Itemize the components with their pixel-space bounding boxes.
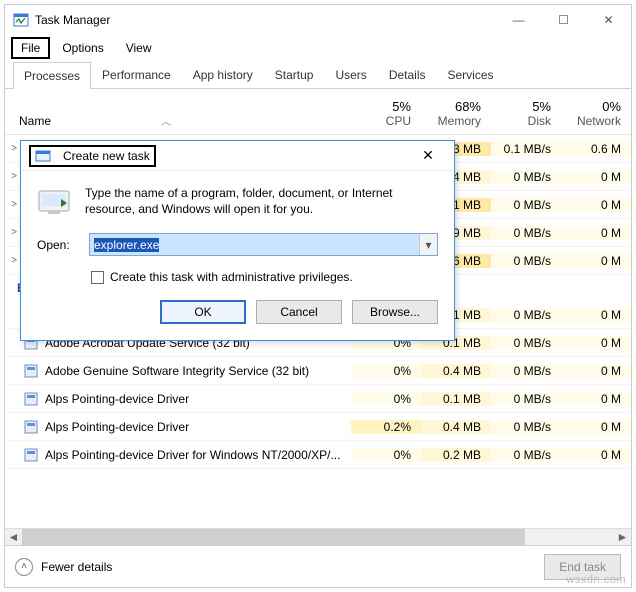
- disk-cell: 0 MB/s: [491, 420, 561, 434]
- ok-button[interactable]: OK: [160, 300, 246, 324]
- tab-startup[interactable]: Startup: [264, 61, 325, 88]
- menu-file[interactable]: File: [11, 37, 50, 59]
- chevron-down-icon[interactable]: ▾: [419, 234, 437, 255]
- sort-indicator-icon: ︿: [161, 113, 171, 128]
- cpu-cell: 0.2%: [351, 420, 421, 434]
- scroll-track[interactable]: [22, 529, 614, 546]
- cpu-cell: 0%: [351, 392, 421, 406]
- admin-checkbox[interactable]: Create this task with administrative pri…: [91, 270, 438, 284]
- network-cell: 0 M: [561, 420, 631, 434]
- network-cell: 0 M: [561, 170, 631, 184]
- column-network[interactable]: 0%Network: [561, 99, 631, 128]
- table-row[interactable]: Adobe Genuine Software Integrity Service…: [5, 357, 631, 385]
- window-title: Task Manager: [35, 13, 110, 27]
- cpu-cell: 0%: [351, 364, 421, 378]
- process-name: Alps Pointing-device Driver: [45, 420, 351, 434]
- scroll-thumb[interactable]: [22, 529, 525, 546]
- run-program-icon: [37, 185, 71, 219]
- network-cell: 0.6 M: [561, 142, 631, 156]
- table-row[interactable]: Alps Pointing-device Driver for Windows …: [5, 441, 631, 469]
- tabstrip: Processes Performance App history Startu…: [5, 61, 631, 89]
- process-name: Adobe Genuine Software Integrity Service…: [45, 364, 351, 378]
- menu-view[interactable]: View: [116, 37, 162, 59]
- open-input[interactable]: [90, 234, 419, 255]
- disk-cell: 0 MB/s: [491, 198, 561, 212]
- tab-performance[interactable]: Performance: [91, 61, 182, 88]
- process-icon: [23, 419, 39, 435]
- column-name[interactable]: Name ︿: [5, 113, 351, 128]
- scroll-right-icon[interactable]: ►: [614, 529, 631, 546]
- network-cell: 0 M: [561, 364, 631, 378]
- tab-services[interactable]: Services: [437, 61, 505, 88]
- table-row[interactable]: Alps Pointing-device Driver0%0.1 MB0 MB/…: [5, 385, 631, 413]
- tab-details[interactable]: Details: [378, 61, 437, 88]
- dialog-close-button[interactable]: ✕: [408, 142, 448, 170]
- open-label: Open:: [37, 238, 77, 252]
- watermark: wsxdn.com: [566, 574, 626, 586]
- network-cell: 0 M: [561, 392, 631, 406]
- dialog-title: Create new task: [63, 149, 150, 163]
- column-disk[interactable]: 5%Disk: [491, 99, 561, 128]
- disk-cell: 0 MB/s: [491, 336, 561, 350]
- close-button[interactable]: ✕: [586, 5, 631, 35]
- memory-cell: 0.1 MB: [421, 392, 491, 406]
- browse-button[interactable]: Browse...: [352, 300, 438, 324]
- process-icon: [23, 391, 39, 407]
- disk-cell: 0 MB/s: [491, 254, 561, 268]
- process-name: Alps Pointing-device Driver: [45, 392, 351, 406]
- task-manager-icon: [13, 12, 29, 28]
- titlebar[interactable]: Task Manager — ☐ ✕: [5, 5, 631, 35]
- dialog-instruction: Type the name of a program, folder, docu…: [85, 185, 438, 217]
- chevron-up-icon: ˄: [15, 558, 33, 576]
- column-headers: Name ︿ 5%CPU 68%Memory 5%Disk 0%Network: [5, 89, 631, 135]
- network-cell: 0 M: [561, 226, 631, 240]
- network-cell: 0 M: [561, 448, 631, 462]
- network-cell: 0 M: [561, 336, 631, 350]
- cpu-cell: 0%: [351, 448, 421, 462]
- disk-cell: 0 MB/s: [491, 392, 561, 406]
- horizontal-scrollbar[interactable]: ◄ ►: [5, 528, 631, 545]
- maximize-button[interactable]: ☐: [541, 5, 586, 35]
- column-memory[interactable]: 68%Memory: [421, 99, 491, 128]
- footer: ˄ Fewer details End task: [5, 545, 631, 587]
- cancel-button[interactable]: Cancel: [256, 300, 342, 324]
- minimize-button[interactable]: —: [496, 5, 541, 35]
- tab-users[interactable]: Users: [324, 61, 377, 88]
- process-icon: [23, 363, 39, 379]
- menubar: File Options View: [5, 35, 631, 61]
- table-row[interactable]: Alps Pointing-device Driver0.2%0.4 MB0 M…: [5, 413, 631, 441]
- tab-processes[interactable]: Processes: [13, 62, 91, 89]
- disk-cell: 0.1 MB/s: [491, 142, 561, 156]
- disk-cell: 0 MB/s: [491, 448, 561, 462]
- dialog-titlebar[interactable]: Create new task ✕: [21, 141, 454, 171]
- admin-checkbox-label: Create this task with administrative pri…: [110, 270, 353, 284]
- disk-cell: 0 MB/s: [491, 364, 561, 378]
- process-icon: [23, 447, 39, 463]
- disk-cell: 0 MB/s: [491, 170, 561, 184]
- run-dialog-icon: [35, 148, 51, 164]
- network-cell: 0 M: [561, 198, 631, 212]
- tab-app-history[interactable]: App history: [182, 61, 264, 88]
- network-cell: 0 M: [561, 308, 631, 322]
- memory-cell: 0.4 MB: [421, 364, 491, 378]
- network-cell: 0 M: [561, 254, 631, 268]
- scroll-left-icon[interactable]: ◄: [5, 529, 22, 546]
- memory-cell: 0.4 MB: [421, 420, 491, 434]
- disk-cell: 0 MB/s: [491, 226, 561, 240]
- memory-cell: 0.2 MB: [421, 448, 491, 462]
- disk-cell: 0 MB/s: [491, 308, 561, 322]
- column-cpu[interactable]: 5%CPU: [351, 99, 421, 128]
- create-new-task-dialog: Create new task ✕ Type the name of a pro…: [20, 140, 455, 341]
- process-name: Alps Pointing-device Driver for Windows …: [45, 448, 351, 462]
- fewer-details-toggle[interactable]: ˄ Fewer details: [15, 558, 112, 576]
- open-combobox[interactable]: ▾: [89, 233, 438, 256]
- checkbox-icon: [91, 271, 104, 284]
- menu-options[interactable]: Options: [52, 37, 113, 59]
